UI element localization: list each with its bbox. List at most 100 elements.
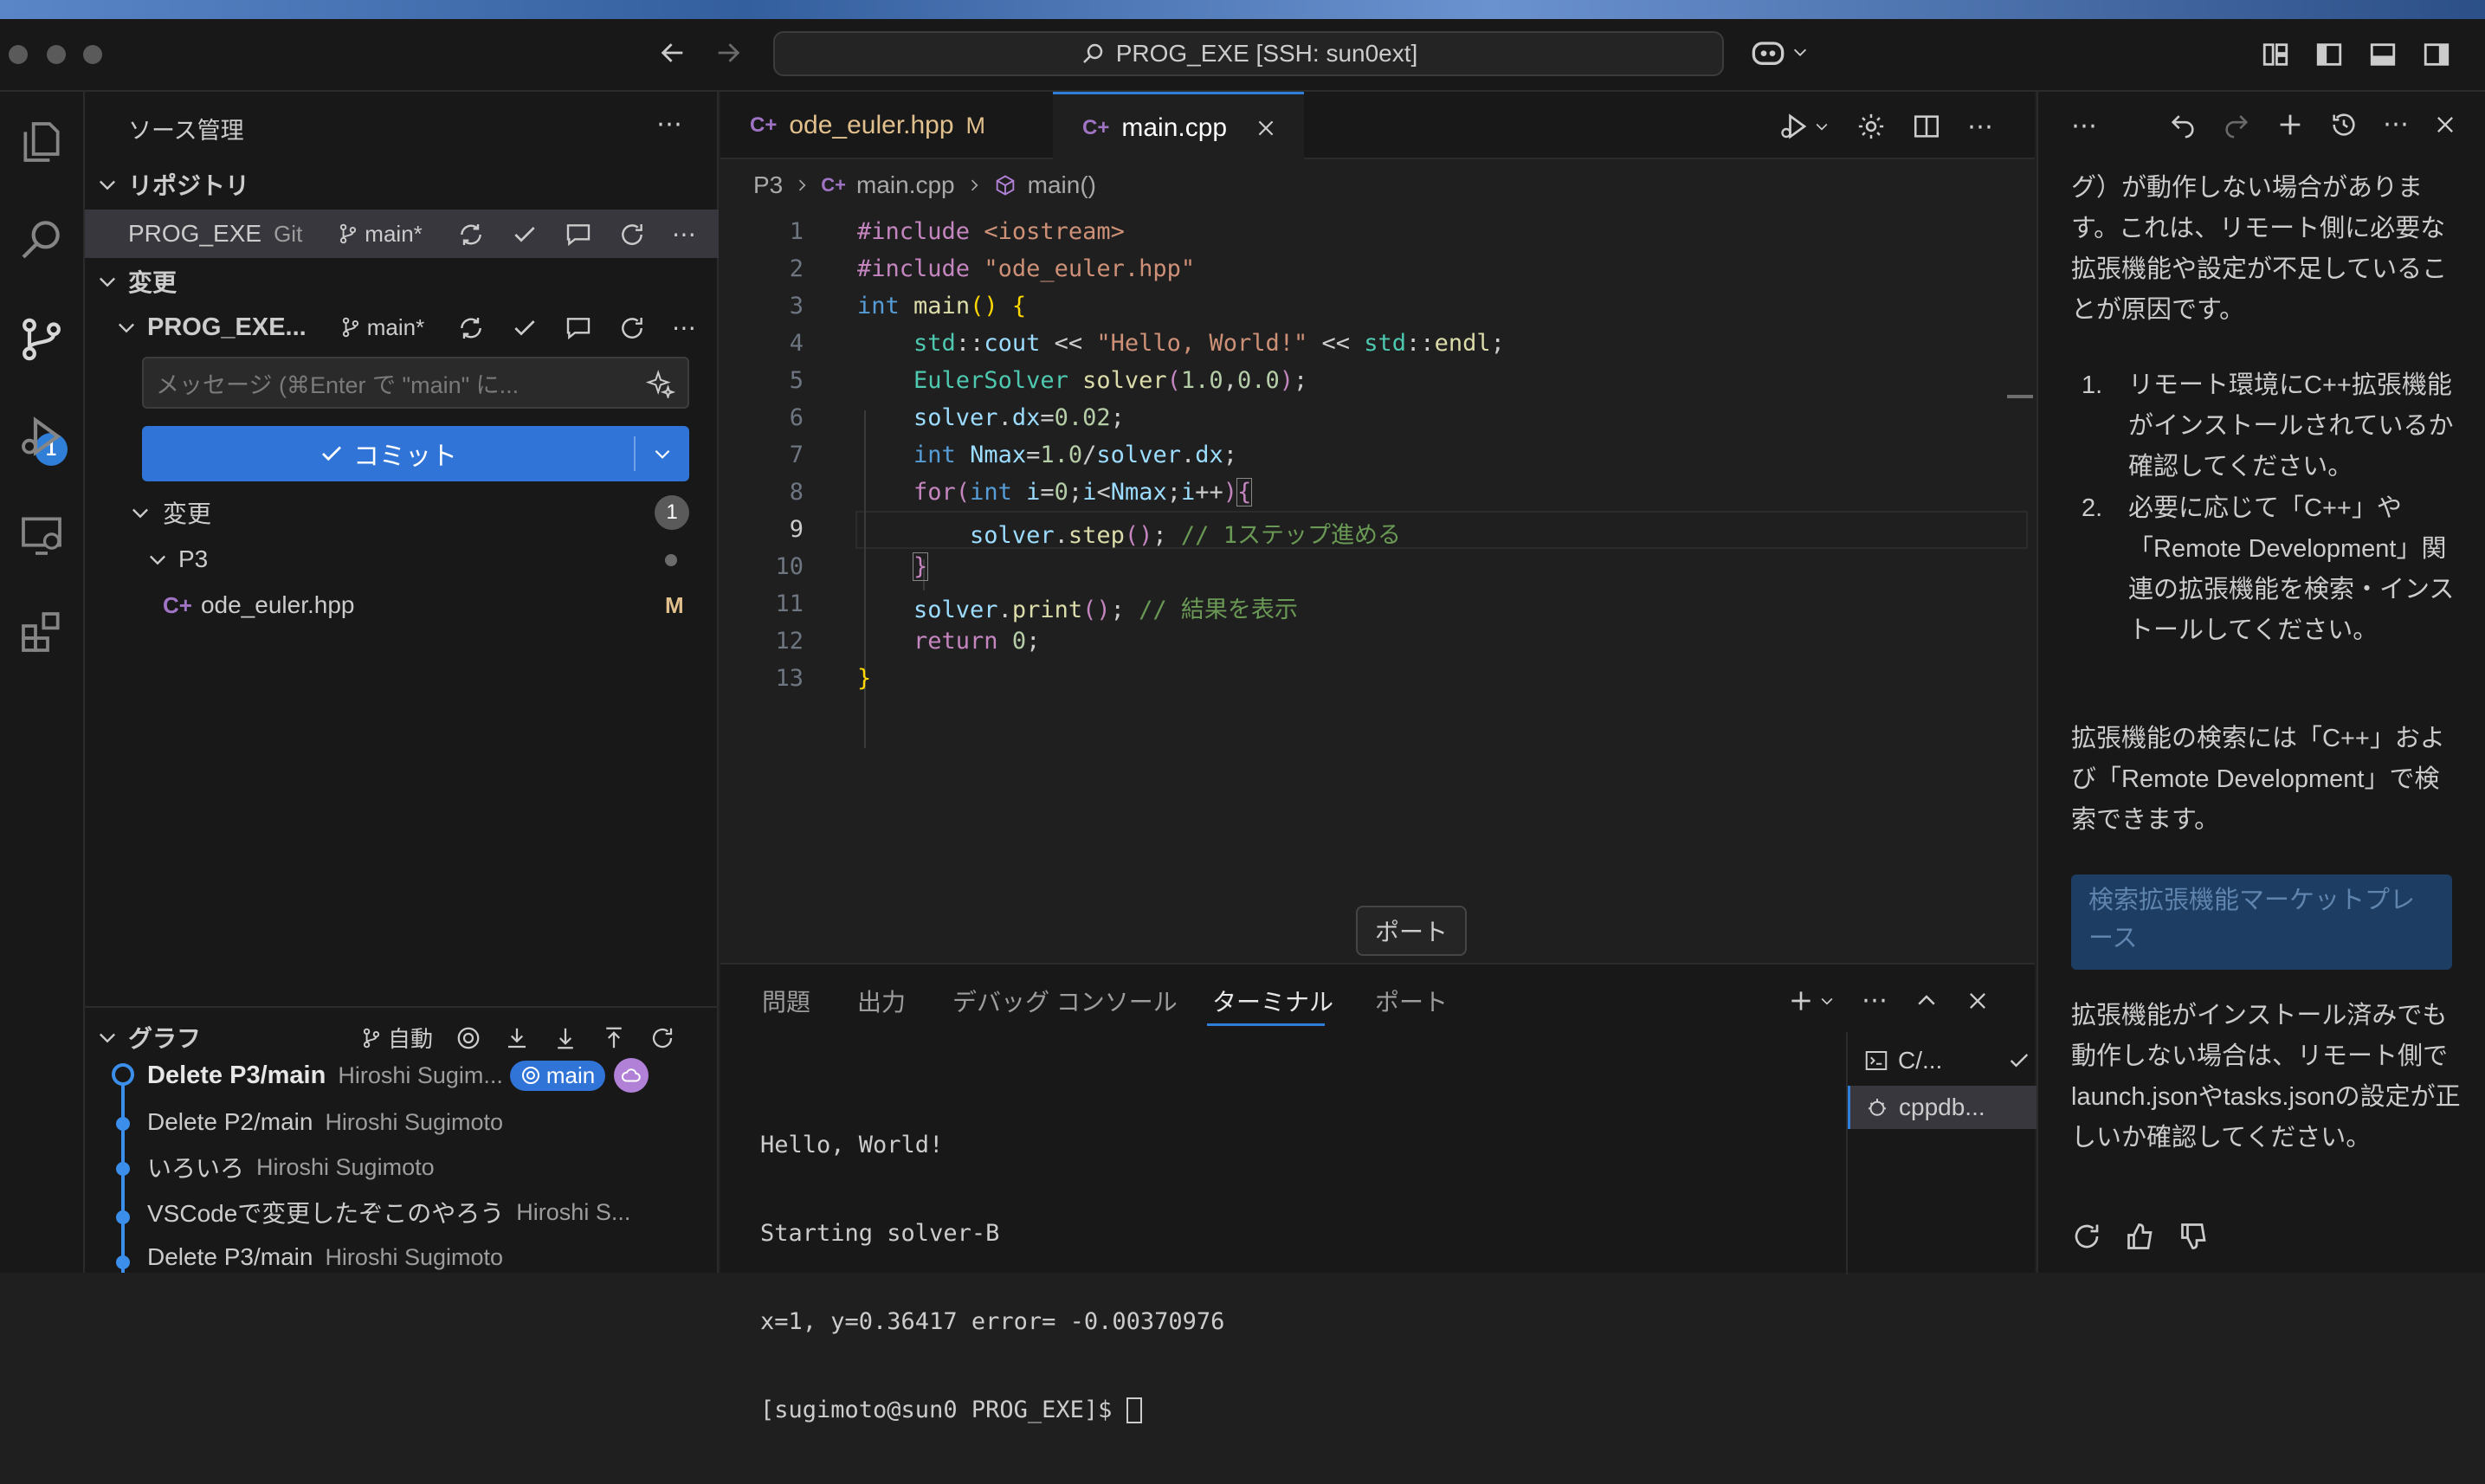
tab-ode-euler[interactable]: C+ ode_euler.hpp M	[720, 92, 1049, 159]
repositories-section-header[interactable]: リポジトリ	[85, 165, 719, 204]
tab-main-cpp[interactable]: C+ main.cpp	[1053, 92, 1304, 161]
cloud-icon	[614, 1058, 649, 1093]
graph-auto-toggle[interactable]: 自動	[360, 1022, 433, 1054]
commit-button[interactable]: コミット	[142, 426, 689, 481]
explorer-icon[interactable]	[14, 114, 69, 170]
code-line: solver.dx=0.02;	[913, 404, 1125, 431]
toggle-primary-sidebar-icon[interactable]	[2314, 40, 2345, 69]
run-debug-icon[interactable]	[14, 409, 69, 464]
sparkle-icon[interactable]	[646, 369, 675, 398]
tab-output[interactable]: 出力	[857, 984, 906, 1018]
target-icon[interactable]	[455, 1025, 481, 1051]
breadcrumb-folder[interactable]: P3	[753, 171, 783, 199]
window-close-dot[interactable]	[9, 45, 28, 64]
copilot-menu[interactable]	[1749, 35, 1810, 69]
more-actions-icon[interactable]: ⋯	[1967, 112, 1993, 142]
tab-ports[interactable]: ポート	[1375, 984, 1448, 1018]
split-editor-icon[interactable]	[1912, 112, 1941, 141]
commit-message-input[interactable]: メッセージ (⌘Enter で "main" に...	[142, 357, 689, 409]
plus-icon	[1791, 990, 1810, 1010]
changed-file-row[interactable]: C+ ode_euler.hpp M	[85, 584, 719, 627]
forward-arrow-icon[interactable]	[713, 38, 743, 68]
more-actions-icon[interactable]: ⋯	[1862, 985, 1888, 1016]
maximize-panel-icon[interactable]	[1914, 988, 1940, 1014]
customize-layout-icon[interactable]	[2260, 40, 2291, 69]
comment-icon[interactable]	[565, 314, 592, 342]
close-panel-icon[interactable]	[1965, 989, 1990, 1013]
close-icon[interactable]	[1255, 117, 1277, 139]
extensions-icon[interactable]	[14, 604, 69, 660]
back-arrow-icon[interactable]	[658, 38, 687, 68]
redo-icon[interactable]	[2222, 110, 2251, 139]
comment-icon[interactable]	[565, 221, 592, 248]
thumbs-up-icon[interactable]	[2125, 1221, 2156, 1252]
file-status-badge: M	[665, 592, 684, 618]
sync-icon[interactable]	[457, 221, 485, 248]
commit-check-icon[interactable]	[511, 314, 539, 342]
terminal-list-item-active[interactable]: cppdb...	[1848, 1086, 2036, 1129]
refresh-icon[interactable]	[618, 221, 646, 248]
more-actions-icon[interactable]: ⋯	[672, 220, 696, 248]
source-control-icon[interactable]	[14, 312, 69, 367]
pull-icon[interactable]	[552, 1025, 578, 1051]
repositories-label: リポジトリ	[128, 172, 250, 199]
chat-paragraph: 拡張機能がインストール済みでも動作しない場合は、リモート側でlaunch.jso…	[2071, 1002, 2461, 1152]
retry-icon[interactable]	[2071, 1221, 2102, 1252]
history-icon[interactable]	[2329, 110, 2359, 139]
cube-symbol-icon	[993, 173, 1017, 197]
window-zoom-dot[interactable]	[83, 45, 102, 64]
folder-row[interactable]: P3	[85, 539, 719, 580]
command-center[interactable]: PROG_EXE [SSH: sun0ext]	[773, 31, 1724, 76]
breadcrumb-symbol[interactable]: main()	[1028, 171, 1096, 199]
sidebar-more-icon[interactable]: ⋯	[656, 109, 684, 139]
search-view-icon[interactable]	[14, 211, 69, 267]
graph-commit-row[interactable]: Delete P3/main Hiroshi Sugimoto	[147, 1240, 503, 1274]
undo-icon[interactable]	[2168, 110, 2198, 139]
tab-debug-console[interactable]: デバッグ コンソール	[952, 984, 1178, 1018]
branch-icon	[363, 1028, 380, 1048]
window-minimize-dot[interactable]	[47, 45, 66, 64]
branch-name: main*	[366, 313, 425, 340]
new-terminal-menu[interactable]	[1787, 987, 1836, 1015]
run-debug-menu[interactable]	[1778, 111, 1830, 142]
terminal-output[interactable]: Hello, World! Starting solver-B x=1, y=0…	[760, 1072, 1224, 1484]
fetch-icon[interactable]	[504, 1025, 530, 1051]
sync-icon[interactable]	[457, 314, 485, 342]
graph-commit-row[interactable]: Delete P2/main Hiroshi Sugimoto	[147, 1105, 503, 1139]
repository-changes-row[interactable]: PROG_EXE... main* ⋯	[85, 303, 719, 352]
terminal-list-item[interactable]: C/...	[1863, 1041, 2036, 1081]
code-line: EulerSolver solver(1.0,0.0);	[913, 367, 1308, 394]
graph-commit-row[interactable]: VSCodeで変更したぞこのやろう Hiroshi S...	[147, 1195, 630, 1229]
changes-group-row[interactable]: 変更 1	[85, 492, 719, 533]
commit-check-icon[interactable]	[511, 221, 539, 248]
marketplace-button[interactable]: 検索拡張機能マーケットプレース	[2071, 874, 2452, 970]
tab-problems[interactable]: 問題	[762, 984, 810, 1018]
remote-explorer-icon[interactable]	[14, 507, 69, 563]
breadcrumb-file[interactable]: main.cpp	[856, 171, 955, 199]
repository-row[interactable]: PROG_EXE Git main* ⋯	[85, 210, 719, 258]
close-icon[interactable]	[2433, 113, 2457, 137]
code-line: #include "ode_euler.hpp"	[857, 255, 1196, 282]
thumbs-down-icon[interactable]	[2178, 1221, 2210, 1252]
branch-indicator[interactable]: main*	[339, 314, 424, 341]
more-actions-icon[interactable]: ⋯	[2383, 109, 2409, 139]
refresh-icon[interactable]	[618, 314, 646, 342]
new-chat-plus-icon[interactable]	[2275, 110, 2305, 139]
command-center-label: PROG_EXE [SSH: sun0ext]	[1115, 40, 1418, 67]
gear-icon[interactable]	[1856, 112, 1886, 141]
tab-terminal[interactable]: ターミナル	[1212, 984, 1333, 1018]
toggle-panel-icon[interactable]	[2367, 40, 2398, 69]
toggle-secondary-sidebar-icon[interactable]	[2421, 40, 2452, 69]
more-actions-icon[interactable]: ⋯	[672, 313, 696, 342]
graph-commit-row[interactable]: いろいろ Hiroshi Sugimoto	[147, 1150, 435, 1184]
chat-panel: ⋯ ⋯ グ）が動作しない場合があります。これは、リモート側に必要な拡張機能や設定…	[2036, 92, 2485, 1273]
graph-commit-row[interactable]: Delete P3/main Hiroshi Sugim... main	[147, 1058, 649, 1093]
changes-section-header[interactable]: 変更	[85, 261, 719, 301]
branch-indicator[interactable]: main*	[337, 221, 423, 248]
push-icon[interactable]	[601, 1025, 627, 1051]
refresh-icon[interactable]	[649, 1025, 675, 1051]
chat-more-icon[interactable]: ⋯	[2071, 111, 2097, 141]
commit-options-chevron-icon[interactable]	[636, 442, 689, 465]
tab-label: ode_euler.hpp	[789, 111, 954, 139]
code-editor[interactable]: #include <iostream> #include "ode_euler.…	[720, 211, 2035, 783]
